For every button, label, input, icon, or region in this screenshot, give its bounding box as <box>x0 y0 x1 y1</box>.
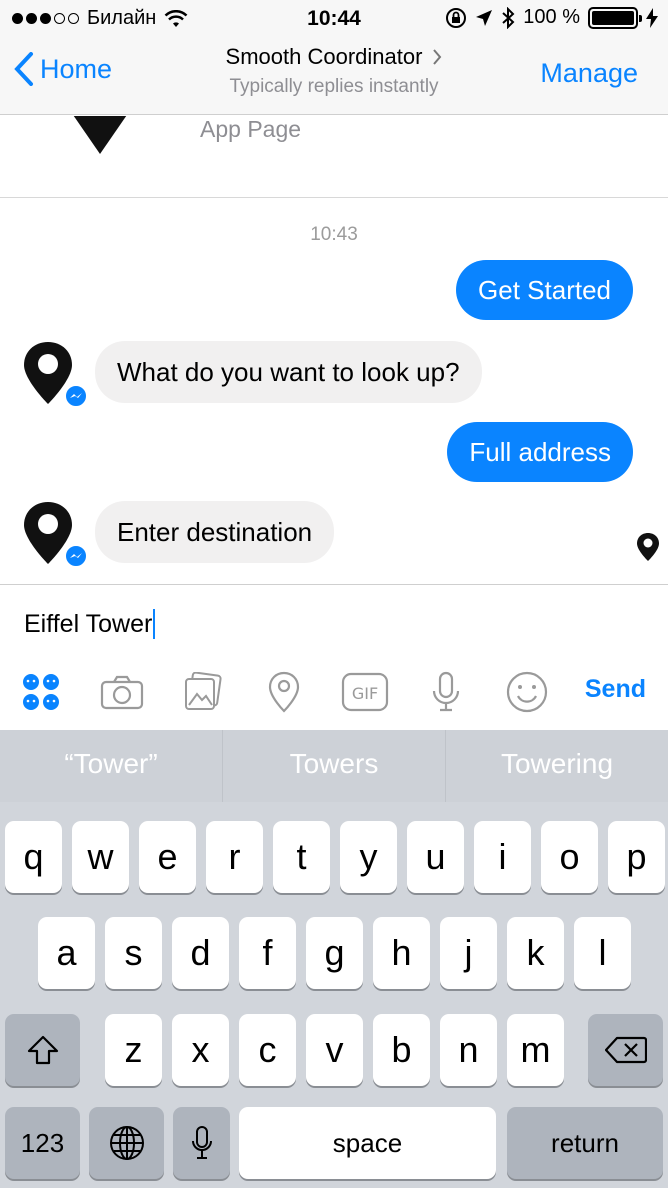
message-input-value: Eiffel Tower <box>24 609 153 638</box>
key-x[interactable]: x <box>172 1014 229 1086</box>
key-m[interactable]: m <box>507 1014 564 1086</box>
key-r[interactable]: r <box>206 821 263 893</box>
status-right: 100 % <box>445 6 658 29</box>
key-i[interactable]: i <box>474 821 531 893</box>
key-t[interactable]: t <box>273 821 330 893</box>
messenger-badge-icon <box>64 384 88 408</box>
message-incoming[interactable]: Enter destination <box>95 501 335 563</box>
page-logo-icon <box>73 116 127 154</box>
bot-avatar[interactable] <box>22 500 88 568</box>
chat-thread[interactable]: App Page 10:43 Get Started What do you w… <box>0 116 668 584</box>
key-l[interactable]: l <box>574 917 631 989</box>
charging-icon <box>646 7 658 28</box>
globe-key[interactable] <box>89 1107 164 1179</box>
message-input[interactable]: Eiffel Tower <box>24 609 156 639</box>
suggestion-item[interactable]: Towering <box>446 730 668 802</box>
gif-icon[interactable]: GIF <box>340 667 390 717</box>
key-z[interactable]: z <box>105 1014 162 1086</box>
key-d[interactable]: d <box>172 917 229 989</box>
message-outgoing[interactable]: Full address <box>447 422 633 482</box>
message-composer: Eiffel Tower GIF Send <box>0 584 668 730</box>
keyboard: “Tower” Towers Towering q w e r t y u i … <box>0 730 668 1188</box>
backspace-icon <box>604 1036 647 1064</box>
key-b[interactable]: b <box>373 1014 430 1086</box>
manage-button[interactable]: Manage <box>540 58 638 89</box>
bluetooth-icon <box>502 6 515 29</box>
microphone-icon[interactable] <box>421 667 471 717</box>
message-incoming[interactable]: What do you want to look up? <box>95 341 482 403</box>
dictation-key[interactable] <box>173 1107 230 1179</box>
suggestion-item[interactable]: Towers <box>223 730 446 802</box>
emoji-icon[interactable] <box>502 667 552 717</box>
gallery-icon[interactable] <box>178 667 228 717</box>
key-a[interactable]: a <box>38 917 95 989</box>
suggestion-item[interactable]: “Tower” <box>0 730 223 802</box>
key-n[interactable]: n <box>440 1014 497 1086</box>
page-info-card: App Page <box>0 116 668 198</box>
camera-icon[interactable] <box>97 667 147 717</box>
apps-icon[interactable] <box>16 667 66 717</box>
key-q[interactable]: q <box>5 821 62 893</box>
key-v[interactable]: v <box>306 1014 363 1086</box>
key-s[interactable]: s <box>105 917 162 989</box>
backspace-key[interactable] <box>588 1014 663 1086</box>
bot-avatar[interactable] <box>22 340 88 408</box>
page-category-label: App Page <box>200 116 302 142</box>
battery-percent: 100 % <box>523 6 580 28</box>
page-title: Smooth Coordinator <box>225 44 423 69</box>
message-timestamp: 10:43 <box>310 224 358 245</box>
location-icon[interactable] <box>259 667 309 717</box>
seen-indicator-icon <box>637 533 659 561</box>
key-o[interactable]: o <box>541 821 598 893</box>
numbers-key[interactable]: 123 <box>5 1107 80 1179</box>
messenger-badge-icon <box>64 544 88 568</box>
text-caret <box>153 609 156 639</box>
key-u[interactable]: u <box>407 821 464 893</box>
rotation-lock-icon <box>446 7 467 28</box>
composer-toolbar: GIF Send <box>0 667 668 717</box>
chevron-right-icon <box>433 49 442 65</box>
key-p[interactable]: p <box>608 821 665 893</box>
top-bar: Билайн 10:44 100 % Home Smooth Coordinat… <box>0 0 668 115</box>
key-f[interactable]: f <box>239 917 296 989</box>
globe-icon <box>109 1126 144 1160</box>
return-key[interactable]: return <box>507 1107 663 1179</box>
key-g[interactable]: g <box>306 917 363 989</box>
status-bar: Билайн 10:44 100 % <box>0 0 668 38</box>
key-j[interactable]: j <box>440 917 497 989</box>
send-button[interactable]: Send <box>585 675 646 704</box>
key-h[interactable]: h <box>373 917 430 989</box>
key-y[interactable]: y <box>340 821 397 893</box>
microphone-icon <box>191 1126 212 1159</box>
space-key[interactable]: space <box>239 1107 496 1179</box>
key-k[interactable]: k <box>507 917 564 989</box>
shift-icon <box>27 1035 58 1065</box>
message-outgoing[interactable]: Get Started <box>456 260 633 320</box>
key-w[interactable]: w <box>72 821 129 893</box>
key-c[interactable]: c <box>239 1014 296 1086</box>
battery-icon <box>588 6 642 29</box>
shift-key[interactable] <box>5 1014 80 1086</box>
predictive-bar: “Tower” Towers Towering <box>0 730 668 802</box>
svg-text:GIF: GIF <box>352 684 378 703</box>
location-arrow-icon <box>476 9 493 26</box>
key-e[interactable]: e <box>139 821 196 893</box>
